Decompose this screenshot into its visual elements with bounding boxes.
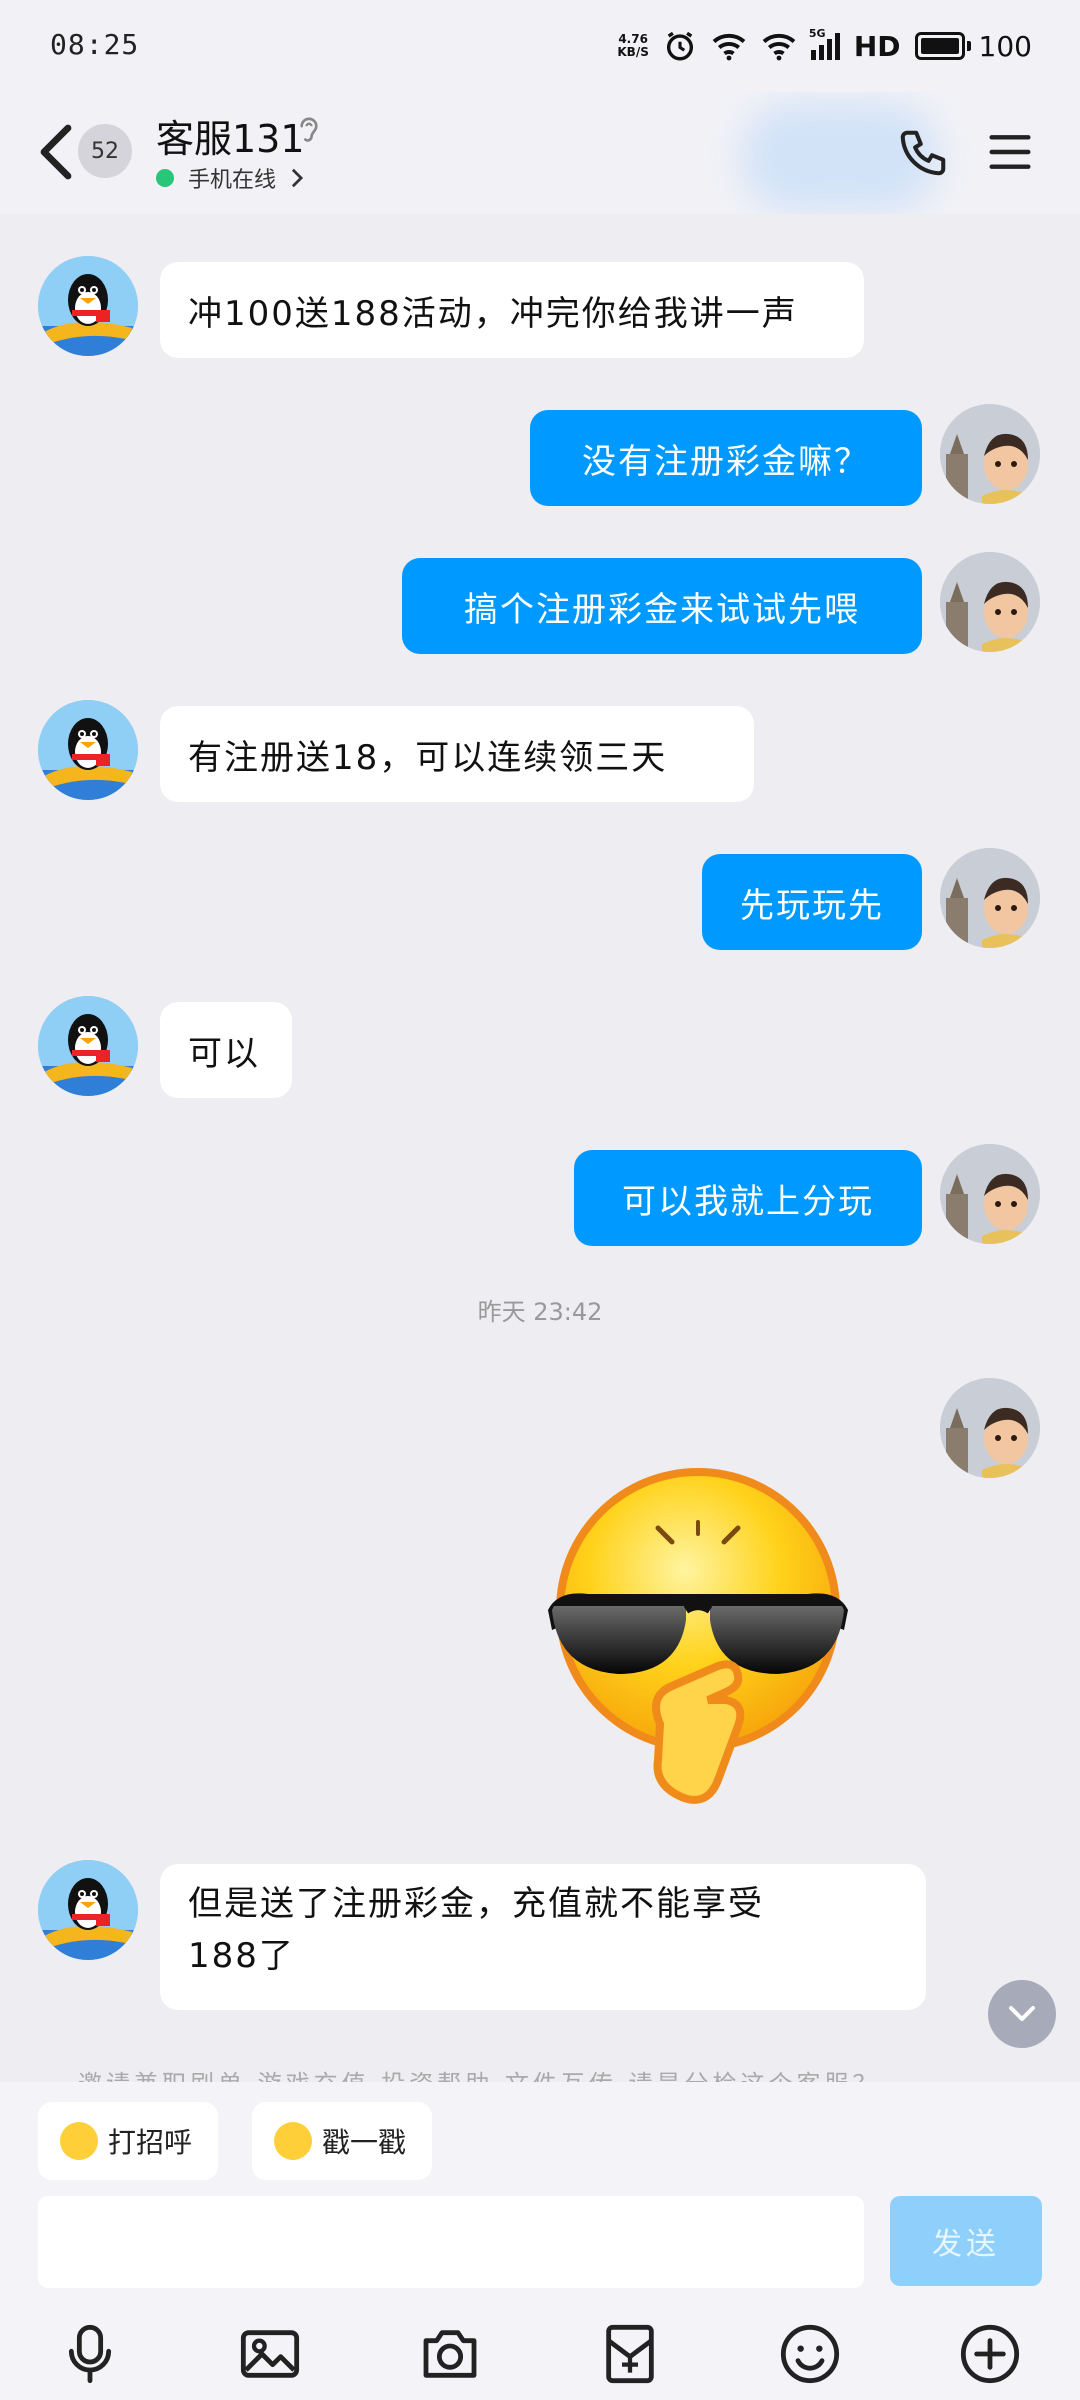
user-avatar[interactable] <box>940 1144 1040 1244</box>
chevron-right-icon <box>291 168 304 188</box>
hamburger-menu-icon[interactable] <box>988 130 1032 174</box>
contact-avatar[interactable] <box>38 996 138 1096</box>
chat-header: 52 客服131 手机在线 <box>0 92 1080 214</box>
poke-button[interactable]: 戳一戳 <box>252 2102 433 2180</box>
greet-button[interactable]: 打招呼 <box>38 2102 219 2180</box>
message-input[interactable] <box>38 2196 864 2288</box>
message-bubble-outgoing[interactable]: 先玩玩先 <box>702 854 922 950</box>
message-bubble-outgoing[interactable]: 没有注册彩金嘛？ <box>530 410 922 506</box>
online-status-row[interactable]: 手机在线 <box>156 162 304 194</box>
ear-icon <box>300 117 318 142</box>
send-button[interactable]: 发送 <box>890 2196 1042 2286</box>
status-time: 08:25 <box>50 28 140 61</box>
cool-sunglasses-emoji-sticker[interactable] <box>548 1460 848 1810</box>
alarm-icon <box>666 31 693 61</box>
microphone-icon[interactable] <box>58 2322 122 2386</box>
contact-avatar[interactable] <box>38 256 138 356</box>
hd-label: HD <box>853 29 901 63</box>
message-bubble-incoming[interactable]: 有注册送18，可以连续领三天 <box>160 706 754 802</box>
contact-avatar[interactable] <box>38 700 138 800</box>
suggestion-strip[interactable]: 邀请兼职刷单 游戏充值 投资帮助 文件互传 请是分检这个客服？ <box>0 2060 1080 2082</box>
chevron-left-icon[interactable] <box>36 122 76 182</box>
message-timestamp: 昨天 23:42 <box>477 1298 603 1326</box>
message-bubble-incoming[interactable]: 可以 <box>160 1002 292 1098</box>
network-speed: 4.76 KB/S <box>617 32 649 59</box>
composer-panel: 打招呼 戳一戳 发送 <box>0 2082 1080 2400</box>
contact-avatar[interactable] <box>38 1860 138 1960</box>
battery-icon <box>914 32 965 60</box>
status-bar: 08:25 4.76 KB/S 5G HD 100 <box>0 0 1080 92</box>
status-icons: 4.76 KB/S 5G HD 100 <box>617 24 1032 68</box>
wifi-icon <box>712 33 746 61</box>
scroll-to-bottom-button[interactable] <box>988 1980 1056 2048</box>
user-avatar[interactable] <box>940 404 1040 504</box>
user-avatar[interactable] <box>940 1378 1040 1478</box>
user-avatar[interactable] <box>940 552 1040 652</box>
battery-indicator: 100 <box>914 30 1032 63</box>
phone-icon[interactable] <box>896 126 950 180</box>
unread-count-badge[interactable]: 52 <box>78 124 132 178</box>
input-toolbar <box>0 2308 1080 2400</box>
cell-signal: 5G <box>809 27 840 60</box>
emoji-icon[interactable] <box>778 2322 842 2386</box>
camera-icon[interactable] <box>418 2322 482 2386</box>
message-bubble-outgoing[interactable]: 搞个注册彩金来试试先喂 <box>402 558 922 654</box>
contact-name[interactable]: 客服131 <box>156 108 305 163</box>
red-packet-icon[interactable] <box>598 2322 662 2386</box>
message-bubble-incoming[interactable]: 但是送了注册彩金，充值就不能享受 188了 <box>160 1864 926 2010</box>
wifi-icon-2 <box>762 33 796 61</box>
chevron-down-icon <box>1009 2006 1035 2021</box>
waving-emoji-icon <box>60 2122 98 2160</box>
online-status-text: 手机在线 <box>188 168 277 193</box>
message-bubble-outgoing[interactable]: 可以我就上分玩 <box>574 1150 922 1246</box>
image-icon[interactable] <box>238 2322 302 2386</box>
online-dot-icon <box>156 169 174 187</box>
poke-emoji-icon <box>274 2122 312 2160</box>
user-avatar[interactable] <box>940 848 1040 948</box>
message-bubble-incoming[interactable]: 冲100送188活动，冲完你给我讲一声 <box>160 262 864 358</box>
plus-icon[interactable] <box>958 2322 1022 2386</box>
